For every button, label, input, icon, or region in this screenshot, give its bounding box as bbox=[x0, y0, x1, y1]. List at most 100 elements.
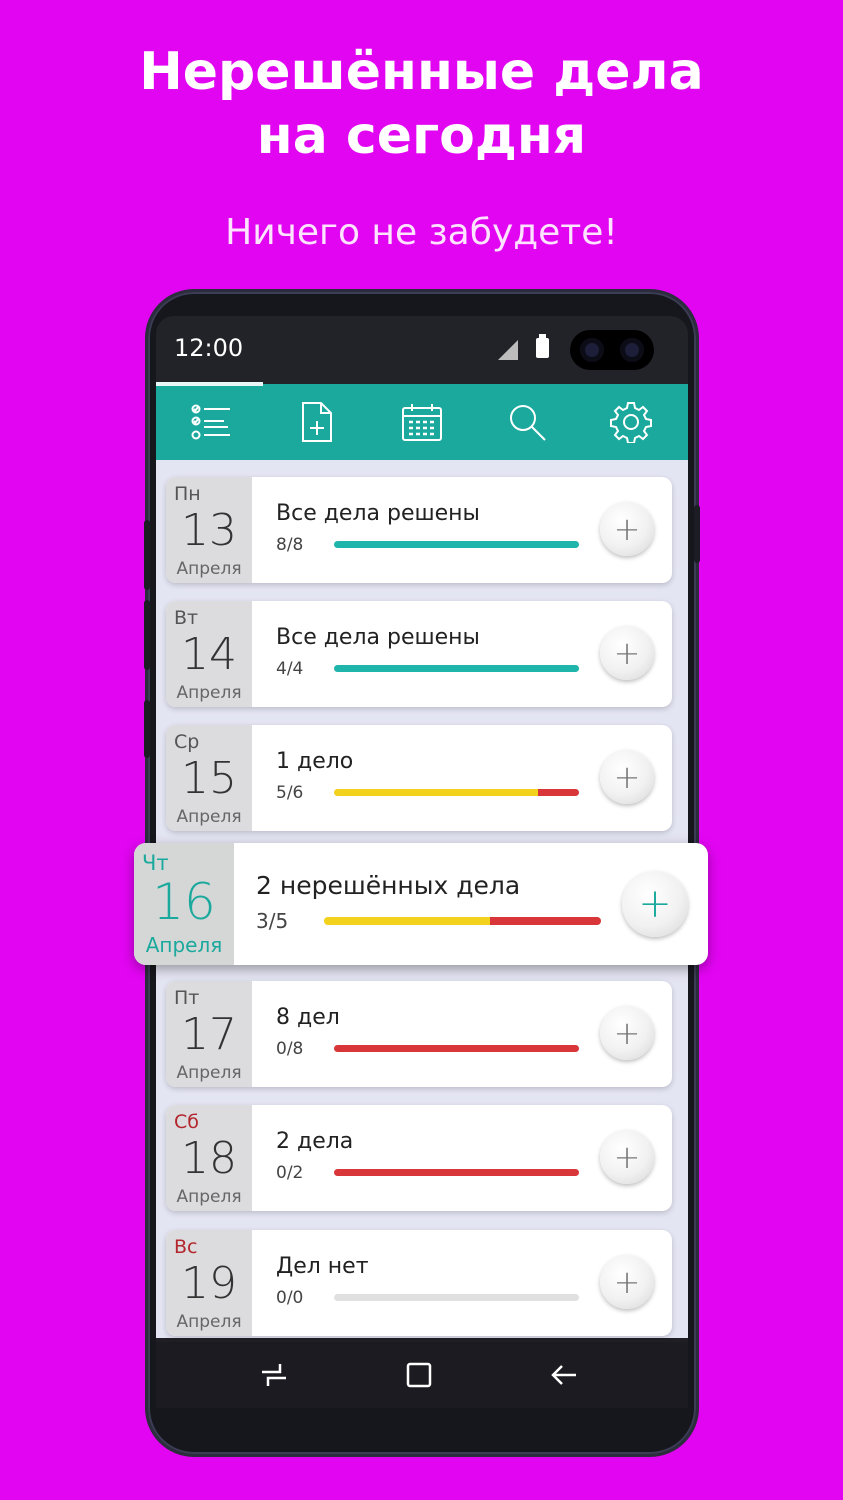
progress-bar bbox=[334, 789, 579, 796]
tab-settings[interactable] bbox=[578, 384, 684, 460]
recent-apps-icon bbox=[262, 1364, 286, 1386]
day-number: 15 bbox=[181, 753, 237, 804]
progress-bar bbox=[334, 1045, 579, 1052]
promo-subline: Ничего не забудете! bbox=[225, 212, 618, 253]
task-count: 0/2 bbox=[276, 1163, 304, 1183]
plus-icon: + bbox=[613, 1263, 641, 1301]
progress-bar bbox=[324, 917, 601, 925]
headline-line-1: Нерешённые дела bbox=[139, 42, 704, 102]
progress-done-segment bbox=[334, 665, 579, 672]
progress-pending-segment bbox=[334, 1045, 579, 1052]
progress-pending-segment bbox=[334, 1169, 579, 1176]
day-card-today[interactable]: Чт 16 Апреля 2 нерешённых дела 3/5 + bbox=[134, 843, 708, 965]
task-count: 8/8 bbox=[276, 535, 304, 555]
progress-done-segment bbox=[324, 917, 491, 925]
month-label: Апреля bbox=[176, 1312, 242, 1332]
progress-done-segment bbox=[334, 789, 539, 796]
day-summary: 8 дел bbox=[276, 1005, 340, 1030]
nav-recent-apps[interactable] bbox=[249, 1350, 299, 1400]
promo-headline: Нерешённые дела на сегодня bbox=[0, 40, 843, 168]
task-count: 5/6 bbox=[276, 783, 304, 803]
add-task-button[interactable]: + bbox=[622, 871, 688, 937]
add-task-button[interactable]: + bbox=[600, 1130, 654, 1184]
day-card[interactable]: Вт 14 Апреля Все дела решены 4/4 + bbox=[166, 601, 672, 707]
progress-pending-segment bbox=[538, 789, 579, 796]
phone-side-button bbox=[144, 600, 150, 670]
tab-tasks[interactable] bbox=[158, 384, 264, 460]
day-summary: 1 дело bbox=[276, 749, 354, 774]
back-arrow-icon bbox=[551, 1365, 576, 1385]
task-count: 3/5 bbox=[256, 909, 289, 933]
plus-icon: + bbox=[613, 1138, 641, 1176]
day-summary: Все дела решены bbox=[276, 501, 480, 526]
day-number: 18 bbox=[181, 1133, 237, 1184]
plus-icon: + bbox=[638, 881, 672, 927]
plus-icon: + bbox=[613, 758, 641, 796]
add-task-button[interactable]: + bbox=[600, 1255, 654, 1309]
nav-home[interactable] bbox=[394, 1350, 444, 1400]
calendar-icon bbox=[402, 404, 442, 441]
add-task-button[interactable]: + bbox=[600, 750, 654, 804]
tab-search[interactable] bbox=[474, 384, 580, 460]
add-task-button[interactable]: + bbox=[600, 626, 654, 680]
day-summary: 2 нерешённых дела bbox=[256, 871, 521, 900]
task-list-icon bbox=[191, 404, 230, 440]
day-number: 13 bbox=[181, 505, 237, 556]
signal-icon bbox=[498, 340, 518, 360]
plus-icon: + bbox=[613, 510, 641, 548]
status-time: 12:00 bbox=[174, 334, 244, 362]
progress-bar bbox=[334, 541, 579, 548]
camera-lens-icon bbox=[580, 338, 604, 362]
month-label: Апреля bbox=[176, 1187, 242, 1207]
day-number: 14 bbox=[181, 629, 237, 680]
weekday-label: Вс bbox=[174, 1236, 198, 1258]
progress-pending-segment bbox=[490, 917, 601, 925]
progress-bar bbox=[334, 665, 579, 672]
progress-bar bbox=[334, 1169, 579, 1176]
navigation-bar bbox=[156, 1342, 688, 1408]
weekday-label: Ср bbox=[174, 731, 200, 753]
plus-icon: + bbox=[613, 1014, 641, 1052]
nav-back[interactable] bbox=[539, 1350, 589, 1400]
day-card[interactable]: Пт 17 Апреля 8 дел 0/8 + bbox=[166, 981, 672, 1087]
phone-side-button bbox=[144, 700, 150, 758]
task-count: 0/8 bbox=[276, 1039, 304, 1059]
camera-lens-icon bbox=[620, 338, 644, 362]
date-box: Сб 18 Апреля bbox=[166, 1105, 252, 1211]
month-label: Апреля bbox=[145, 933, 223, 957]
date-box: Пт 17 Апреля bbox=[166, 981, 252, 1087]
month-label: Апреля bbox=[176, 559, 242, 579]
day-summary: 2 дела bbox=[276, 1129, 354, 1154]
day-card[interactable]: Пн 13 Апреля Все дела решены 8/8 + bbox=[166, 477, 672, 583]
add-task-button[interactable]: + bbox=[600, 502, 654, 556]
weekday-label: Пт bbox=[174, 987, 200, 1009]
progress-done-segment bbox=[334, 541, 579, 548]
date-box: Чт 16 Апреля bbox=[134, 843, 234, 965]
front-camera bbox=[570, 330, 654, 370]
date-box: Ср 15 Апреля bbox=[166, 725, 252, 831]
new-document-icon bbox=[302, 402, 332, 442]
add-task-button[interactable]: + bbox=[600, 1006, 654, 1060]
task-count: 0/0 bbox=[276, 1288, 304, 1308]
day-summary: Дел нет bbox=[276, 1254, 369, 1279]
weekday-label: Пн bbox=[174, 483, 201, 505]
day-card[interactable]: Ср 15 Апреля 1 дело 5/6 + bbox=[166, 725, 672, 831]
day-card[interactable]: Вс 19 Апреля Дел нет 0/0 + bbox=[166, 1230, 672, 1336]
tab-new-document[interactable] bbox=[264, 384, 370, 460]
headline-line-2: на сегодня bbox=[256, 106, 587, 166]
day-card[interactable]: Сб 18 Апреля 2 дела 0/2 + bbox=[166, 1105, 672, 1211]
weekday-label: Чт bbox=[142, 851, 169, 875]
month-label: Апреля bbox=[176, 1063, 242, 1083]
battery-icon bbox=[536, 334, 549, 358]
settings-gear-icon bbox=[610, 402, 652, 443]
task-count: 4/4 bbox=[276, 659, 304, 679]
day-number: 19 bbox=[181, 1258, 237, 1309]
phone-side-button bbox=[144, 520, 150, 590]
active-tab-indicator bbox=[156, 382, 263, 386]
tab-calendar[interactable] bbox=[369, 384, 475, 460]
month-label: Апреля bbox=[176, 807, 242, 827]
month-label: Апреля bbox=[176, 683, 242, 703]
search-icon bbox=[510, 405, 546, 441]
weekday-label: Сб bbox=[174, 1111, 199, 1133]
weekday-label: Вт bbox=[174, 607, 199, 629]
